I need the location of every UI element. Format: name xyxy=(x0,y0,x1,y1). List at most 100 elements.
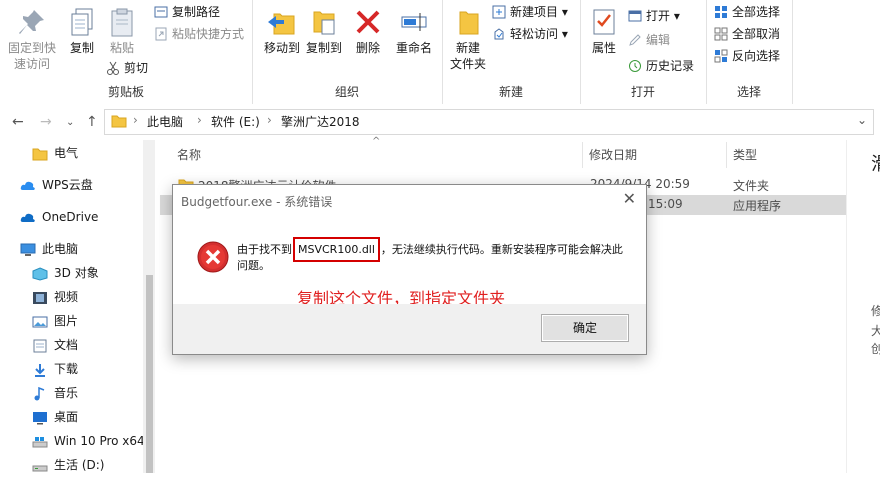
crumb-separator-icon: › xyxy=(133,113,138,127)
edit-button[interactable]: 编辑 xyxy=(628,30,670,50)
folder-address-icon xyxy=(111,114,127,131)
rename-icon xyxy=(398,6,430,38)
clipboard-group: 固定到快 速访问 复制 粘贴 复制路径 粘贴快捷方式 剪切 剪贴板 xyxy=(0,0,253,104)
scissors-icon xyxy=(106,61,120,75)
nav-item-3d-objects[interactable]: 3D 对象 xyxy=(32,262,99,284)
nav-item-downloads[interactable]: 下载 xyxy=(32,358,78,380)
address-input[interactable]: › 此电脑 › 软件 (E:) › 擎洲广达2018 ⌄ xyxy=(104,109,874,135)
open-icon xyxy=(628,9,642,23)
music-note-icon xyxy=(32,386,48,400)
paste-icon xyxy=(106,6,138,38)
wps-cloud-icon xyxy=(20,178,36,192)
back-arrow-icon[interactable]: ← xyxy=(12,114,24,130)
invert-selection-button[interactable]: 反向选择 xyxy=(714,46,780,66)
error-icon xyxy=(197,241,229,276)
desktop-icon xyxy=(32,410,48,424)
select-all-icon xyxy=(714,5,728,19)
recent-chevron-icon[interactable]: ⌄ xyxy=(66,117,74,128)
delete-x-icon xyxy=(352,6,384,38)
cut-button[interactable]: 剪切 xyxy=(106,58,148,78)
column-header-type[interactable]: 类型 xyxy=(733,146,757,163)
folder-icon xyxy=(32,146,48,160)
copy-path-icon xyxy=(154,5,168,19)
column-header-name[interactable]: 名称 xyxy=(177,146,201,163)
column-divider[interactable] xyxy=(582,142,583,168)
select-group-label: 选择 xyxy=(736,85,761,99)
nav-item-documents[interactable]: 文档 xyxy=(32,334,78,356)
preview-line: 修 xyxy=(871,304,880,318)
file-type: 文件夹 xyxy=(733,179,770,193)
properties-button[interactable]: 属性 xyxy=(582,6,626,56)
file-type: 应用程序 xyxy=(733,199,782,213)
nav-item-electrical[interactable]: 电气 xyxy=(32,142,78,164)
nav-item-desktop[interactable]: 桌面 xyxy=(32,406,78,428)
new-folder-button[interactable]: 新建 文件夹 xyxy=(444,6,492,72)
pin-quick-access-button[interactable]: 固定到快 速访问 xyxy=(4,6,60,72)
move-to-icon xyxy=(266,6,298,38)
properties-icon xyxy=(588,6,620,38)
ok-button[interactable]: 确定 xyxy=(541,314,629,342)
new-folder-icon xyxy=(452,6,484,38)
invert-selection-icon xyxy=(714,49,728,63)
nav-item-wps-cloud[interactable]: WPS云盘 xyxy=(20,174,93,196)
download-arrow-icon xyxy=(32,362,48,377)
column-header-date[interactable]: 修改日期 xyxy=(589,146,637,163)
nav-item-this-pc[interactable]: 此电脑 xyxy=(20,238,78,260)
preview-title: 滑 xyxy=(871,150,880,176)
nav-item-pictures[interactable]: 图片 xyxy=(32,310,78,332)
close-icon[interactable]: ✕ xyxy=(623,189,636,208)
paste-shortcut-button[interactable]: 粘贴快捷方式 xyxy=(154,24,244,44)
pin-icon xyxy=(16,6,48,38)
organize-group-label: 组织 xyxy=(334,85,359,99)
column-divider[interactable] xyxy=(726,142,727,168)
preview-line: 创 xyxy=(871,342,880,356)
nav-item-videos[interactable]: 视频 xyxy=(32,286,78,308)
nav-item-win10-drive[interactable]: Win 10 Pro x64 xyxy=(32,430,145,452)
navigation-pane: 电气 WPS云盘 OneDrive 此电脑 3D 对象 视频 图片 文档 下载 … xyxy=(0,140,155,473)
history-button[interactable]: 历史记录 xyxy=(628,56,694,76)
computer-icon xyxy=(20,242,36,256)
nav-item-onedrive[interactable]: OneDrive xyxy=(20,206,98,228)
open-group: 属性 打开 ▾ 编辑 历史记录 打开 xyxy=(580,0,707,104)
forward-arrow-icon[interactable]: → xyxy=(40,114,52,130)
breadcrumb-this-pc[interactable]: 此电脑 xyxy=(147,113,183,130)
breadcrumb-drive-e[interactable]: 软件 (E:) xyxy=(211,113,260,130)
clipboard-group-label: 剪贴板 xyxy=(107,85,144,99)
video-film-icon xyxy=(32,290,48,304)
crumb-separator-icon: › xyxy=(267,113,272,127)
easy-access-button[interactable]: 轻松访问 ▾ xyxy=(492,24,568,44)
rename-button[interactable]: 重命名 xyxy=(390,6,438,56)
missing-dll-name: MSVCR100.dll xyxy=(293,237,380,262)
copy-path-button[interactable]: 复制路径 xyxy=(154,2,220,22)
new-item-button[interactable]: 新建项目 ▾ xyxy=(492,2,568,22)
select-none-button[interactable]: 全部取消 xyxy=(714,24,780,44)
up-arrow-icon[interactable]: ↑ xyxy=(86,114,98,130)
move-to-button[interactable]: 移动到 xyxy=(258,6,306,56)
breadcrumb-folder[interactable]: 擎洲广达2018 xyxy=(281,113,360,130)
edit-pencil-icon xyxy=(628,33,642,47)
nav-item-music[interactable]: 音乐 xyxy=(32,382,78,404)
new-group-label: 新建 xyxy=(498,85,523,99)
file-date: 15:09 xyxy=(648,197,683,211)
onedrive-cloud-icon xyxy=(20,210,36,224)
copy-to-icon xyxy=(308,6,340,38)
paste-button[interactable]: 粘贴 xyxy=(98,6,146,56)
select-all-button[interactable]: 全部选择 xyxy=(714,2,780,22)
preview-line: 大 xyxy=(871,324,880,338)
dialog-message: 由于找不到 MSVCR100.dll ，无法继续执行代码。重新安装程序可能会解决此问… xyxy=(237,237,627,274)
address-dropdown-chevron-icon[interactable]: ⌄ xyxy=(857,113,867,127)
open-button[interactable]: 打开 ▾ xyxy=(628,6,680,26)
sort-up-chevron-icon: ^ xyxy=(372,136,381,147)
copy-icon xyxy=(66,6,98,38)
picture-icon xyxy=(32,314,48,328)
select-group: 全部选择 全部取消 反向选择 选择 xyxy=(706,0,793,104)
delete-button[interactable]: 删除 xyxy=(348,6,388,56)
dialog-title: Budgetfour.exe - 系统错误 xyxy=(181,195,333,209)
preview-pane: 滑 修 大 创 xyxy=(846,140,880,473)
system-error-dialog: Budgetfour.exe - 系统错误 ✕ 由于找不到 MSVCR100.dl… xyxy=(172,184,647,355)
copy-to-button[interactable]: 复制到 xyxy=(300,6,348,56)
nav-scrollbar-thumb[interactable] xyxy=(146,275,153,473)
history-icon xyxy=(628,59,642,73)
paste-shortcut-icon xyxy=(154,27,168,41)
windows-drive-icon xyxy=(32,434,48,448)
